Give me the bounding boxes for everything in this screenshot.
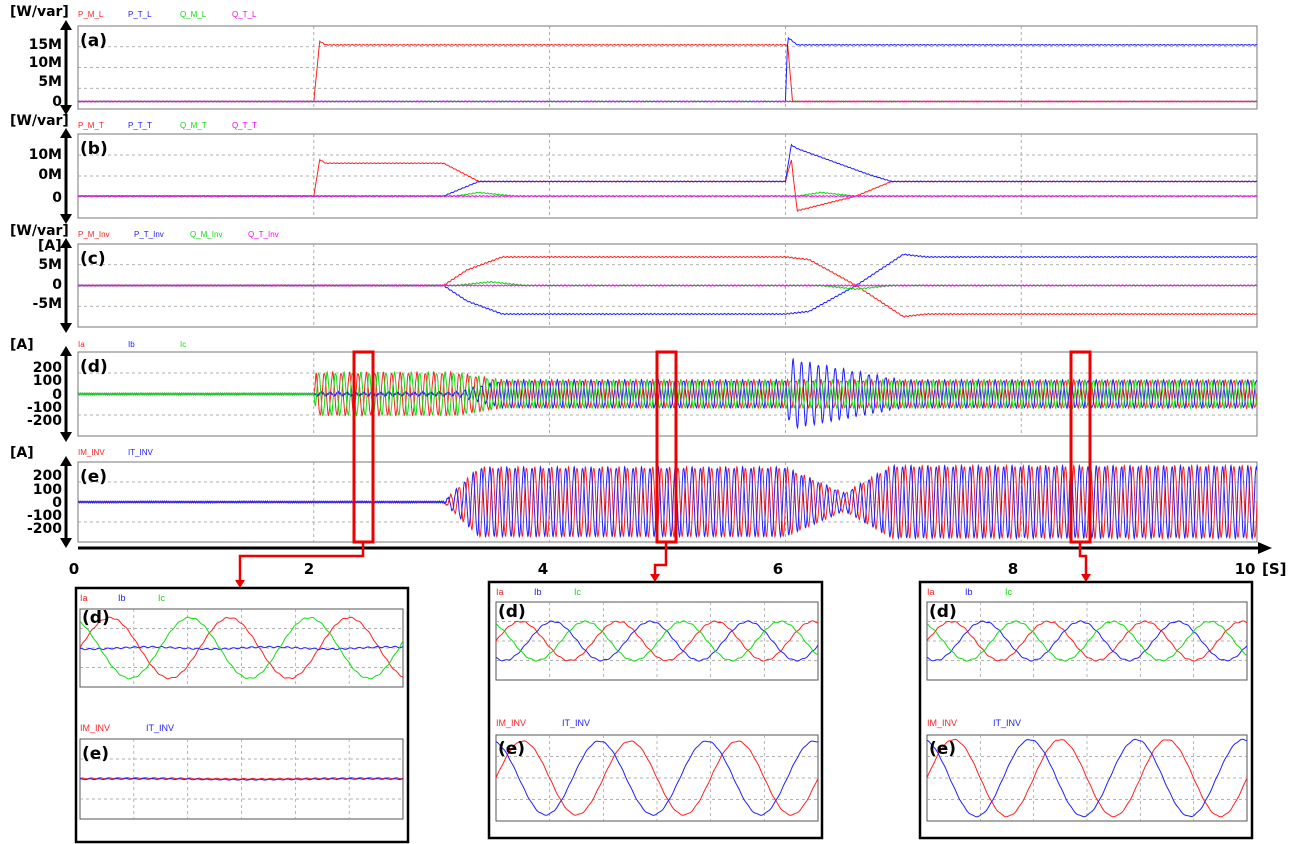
inset-legend-entry: Ia <box>496 587 504 597</box>
legend-entry: IM_INV <box>78 448 105 457</box>
legend-entry: Q_M_L <box>180 10 207 19</box>
panel-label: (a) <box>80 31 107 51</box>
legend-entry: Q_T_T <box>232 121 257 130</box>
inset-panel-label: (d) <box>498 602 526 622</box>
legend-entry: Ia <box>78 340 85 349</box>
panel-b: [W/var] 10M 0M 0 P_M_T P_T_T Q_M_T Q_T_T (b) <box>10 113 1258 224</box>
y-arrow-head <box>60 538 72 548</box>
y-axis-label: [W/var] <box>10 223 69 239</box>
y-arrow-head <box>60 238 72 248</box>
inset-legend-entry: Ic <box>158 593 166 603</box>
inset-legend-entry: Ib <box>534 587 542 597</box>
y-tick-label: 5M <box>38 74 62 90</box>
panel-a: [W/var] 15M 10M 5M 0 P_M_L P_T_L Q_M_L Q_T_L (a) <box>10 4 1258 115</box>
y-tick-label: 5M <box>38 257 62 273</box>
y-arrow-head <box>60 346 72 356</box>
zoom-inset-3: Ia Ib Ic (d) IM_INV IT_INV (e) <box>918 580 1254 840</box>
x-tick-label: 8 <box>1008 560 1018 578</box>
legend-entry: P_T_T <box>128 121 152 130</box>
legend-entry: P_T_Inv <box>134 230 164 239</box>
legend-entry: P_M_L <box>78 10 104 19</box>
inset-panel-label: (e) <box>929 739 956 759</box>
legend-entry: IT_INV <box>128 448 154 457</box>
zoom-inset-2: Ia Ib Ic (d) IM_INV IT_INV (e) <box>487 580 824 840</box>
y-axis-label: [A] <box>38 238 62 254</box>
inset-legend-entry: IT_INV <box>562 718 590 728</box>
y-tick-label: 0 <box>52 94 62 110</box>
simulation-figure: [W/var]15M10M5M0P_M_L P_T_L Q_M_L Q_T_L(a)[… <box>10 4 1287 844</box>
inset-legend-entry: IM_INV <box>496 718 526 728</box>
x-tick-label: 4 <box>538 560 548 578</box>
y-tick-label: -5M <box>33 296 62 312</box>
inset-panel-label: (d) <box>929 602 957 622</box>
x-tick-label: 10 <box>1235 560 1256 578</box>
y-arrow-head <box>60 432 72 442</box>
legend-entry: Ic <box>180 340 186 349</box>
legend-entry: P_T_L <box>128 10 152 19</box>
y-axis-label: [A] <box>10 445 34 461</box>
y-tick-label: 10M <box>29 147 62 163</box>
inset-legend-entry: Ib <box>965 587 973 597</box>
panel-label: (d) <box>80 357 108 377</box>
y-arrow-head <box>60 128 72 138</box>
inset-legend-entry: IM_INV <box>80 723 110 733</box>
y-arrow-head <box>60 456 72 466</box>
x-tick-label: 2 <box>304 560 314 578</box>
inset-legend-entry: IM_INV <box>927 718 957 728</box>
inset-legend-entry: Ic <box>1005 587 1013 597</box>
y-arrow-head <box>60 20 72 30</box>
legend-entry: Ib <box>128 340 135 349</box>
y-arrow-head <box>60 323 72 333</box>
y-axis-label: [W/var] <box>10 113 69 129</box>
x-tick-label: 6 <box>773 560 783 578</box>
inset-panel-label: (e) <box>82 744 109 764</box>
y-tick-label: -200 <box>27 413 62 429</box>
legend-entry: P_M_Inv <box>78 230 110 239</box>
inset-legend-entry: Ic <box>574 587 582 597</box>
x-axis-unit: [S] <box>1262 560 1287 578</box>
legend-entry: P_M_T <box>78 121 104 130</box>
zoom-inset-1: Ia Ib Ic (d) IM_INV IT_INV (e) <box>74 586 410 844</box>
panel-label: (e) <box>80 467 107 487</box>
legend-entry: Q_M_T <box>180 121 207 130</box>
panel-label: (b) <box>80 139 108 159</box>
x-axis-arrow-head <box>1258 542 1272 554</box>
y-tick-label: 0 <box>52 277 62 293</box>
x-tick-label: 0 <box>69 560 79 578</box>
y-tick-label: -200 <box>27 521 62 537</box>
panel-label: (c) <box>80 249 106 269</box>
y-tick-label: 10M <box>29 55 62 71</box>
inset-legend-entry: Ib <box>118 593 126 603</box>
inset-legend-entry: Ia <box>80 593 88 603</box>
inset-legend-entry: IT_INV <box>146 723 174 733</box>
panel-c: [W/var][A] 5M 0 -5M P_M_Inv P_T_Inv Q_M_Inv Q_T… <box>10 223 1258 333</box>
y-tick-label: 0M <box>38 167 62 183</box>
y-axis-label: [W/var] <box>10 4 69 20</box>
y-tick-label: 15M <box>29 37 62 53</box>
inset-legend-entry: Ia <box>927 587 935 597</box>
legend-entry: Q_M_Inv <box>190 230 222 239</box>
inset-panel-label: (d) <box>82 608 110 628</box>
inset-panel-label: (e) <box>498 739 525 759</box>
legend-entry: Q_T_L <box>232 10 257 19</box>
y-tick-label: 0 <box>52 190 62 206</box>
inset-legend-entry: IT_INV <box>993 718 1021 728</box>
legend-entry: Q_T_Inv <box>248 230 279 239</box>
y-axis-label: [A] <box>10 337 34 353</box>
